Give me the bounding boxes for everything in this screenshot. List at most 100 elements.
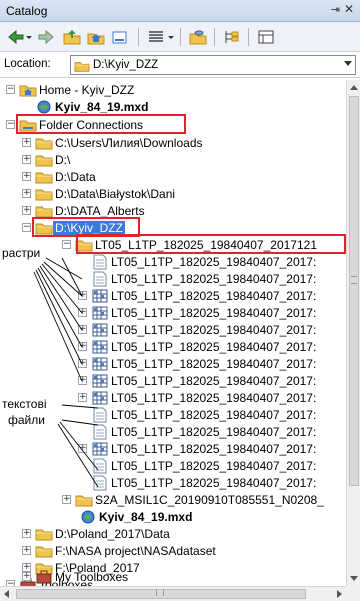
folder-icon — [35, 152, 53, 168]
tree-item-label: C:\Users\Лилия\Downloads — [55, 136, 203, 150]
toolbar-separator — [248, 28, 249, 46]
collapse-icon[interactable]: − — [62, 240, 71, 249]
scroll-corner — [346, 586, 360, 601]
toolbar-separator — [214, 28, 215, 46]
tree-item-label: LT05_L1TP_182025_19840407_2017: — [111, 374, 317, 388]
raster-icon — [91, 441, 109, 457]
folder-icon — [35, 186, 53, 202]
views-icon[interactable] — [146, 28, 166, 46]
tree-item-label: LT05_L1TP_182025_19840407_2017: — [111, 323, 317, 337]
collapse-icon[interactable]: − — [6, 85, 15, 94]
expand-icon[interactable]: + — [22, 155, 31, 164]
expand-icon[interactable]: + — [78, 393, 87, 402]
expand-icon[interactable]: + — [22, 572, 31, 581]
toolbar-separator — [180, 28, 181, 46]
folder-icon — [35, 543, 53, 559]
toggle-contents-icon[interactable] — [222, 28, 242, 46]
map-document-icon — [35, 99, 53, 115]
tree-item-label: D:\Data\Białystok\Dani — [55, 187, 176, 201]
back-icon[interactable] — [6, 28, 26, 46]
expand-icon[interactable]: + — [78, 444, 87, 453]
expand-icon[interactable]: + — [78, 291, 87, 300]
expand-icon[interactable]: + — [22, 206, 31, 215]
location-input[interactable]: D:\Kyiv_DZZ — [70, 55, 356, 75]
tree-item-label: LT05_L1TP_182025_19840407_2017: — [111, 306, 317, 320]
home-folder-icon — [19, 82, 37, 98]
home-icon[interactable] — [86, 28, 106, 46]
expand-icon[interactable]: + — [78, 376, 87, 385]
chevron-down-icon[interactable] — [344, 61, 352, 66]
catalog-tree: − Home - Kyiv_DZZ Kyiv_84_19.mxd − Folde… — [2, 80, 346, 586]
horizontal-scrollbar[interactable] — [0, 586, 346, 601]
folder-icon — [35, 203, 53, 219]
raster-icon — [91, 356, 109, 372]
options-icon[interactable] — [256, 28, 276, 46]
raster-icon — [91, 390, 109, 406]
expand-icon[interactable]: + — [78, 308, 87, 317]
collapse-icon[interactable]: − — [6, 120, 15, 129]
tree-item-label: LT05_L1TP_182025_19840407_2017121 — [95, 238, 317, 252]
forward-icon[interactable] — [36, 28, 56, 46]
text-file-icon — [91, 424, 109, 440]
folder-icon — [35, 169, 53, 185]
views-dropdown-icon[interactable] — [166, 28, 176, 46]
close-icon[interactable]: ✕ — [344, 2, 354, 16]
tree-item-label: LT05_L1TP_182025_19840407_2017: — [111, 357, 317, 371]
expand-icon[interactable]: + — [22, 172, 31, 181]
annotation-text-files-2: файли — [8, 413, 45, 427]
pin-icon[interactable]: ⇥ — [331, 3, 340, 16]
raster-icon — [91, 373, 109, 389]
folder-icon — [75, 492, 93, 508]
window-title: Catalog — [6, 4, 48, 18]
scroll-down-icon[interactable] — [350, 576, 358, 581]
expand-icon[interactable]: + — [78, 325, 87, 334]
raster-icon — [91, 322, 109, 338]
tree-item-label: F:\NASA project\NASAdataset — [55, 544, 216, 558]
expand-icon[interactable]: + — [22, 189, 31, 198]
folder-icon — [35, 526, 53, 542]
tree-item-label: LT05_L1TP_182025_19840407_2017: — [111, 442, 317, 456]
raster-icon — [91, 339, 109, 355]
tree-item-label: S2A_MSIL1C_20190910T085551_N0208_ — [95, 493, 324, 507]
scroll-thumb[interactable] — [349, 96, 359, 486]
tree-item-label: LT05_L1TP_182025_19840407_2017: — [111, 476, 317, 490]
folder-icon — [75, 237, 93, 253]
expand-icon[interactable]: + — [62, 495, 71, 504]
expand-icon[interactable]: + — [22, 529, 31, 538]
tree-item-label: D:\DATA_Alberts — [55, 204, 145, 218]
annotation-text-files-1: текстові — [2, 397, 47, 411]
raster-icon — [91, 288, 109, 304]
tree-item-label: LT05_L1TP_182025_19840407_2017: — [111, 408, 317, 422]
expand-icon[interactable]: + — [78, 342, 87, 351]
text-file-icon — [91, 254, 109, 270]
toolbar-separator — [138, 28, 139, 46]
tree-item-label: Home - Kyiv_DZZ — [39, 83, 135, 97]
toolbox-icon — [35, 569, 53, 585]
tree-item-label: LT05_L1TP_182025_19840407_2017: — [111, 340, 317, 354]
tree-item-label: D:\ — [55, 153, 71, 167]
tree-item-label: Kyiv_84_19.mxd — [99, 510, 193, 524]
text-file-icon — [91, 407, 109, 423]
tree-item-label: LT05_L1TP_182025_19840407_2017: — [111, 289, 317, 303]
expand-icon[interactable]: + — [78, 359, 87, 368]
scroll-right-icon[interactable] — [337, 590, 342, 598]
collapse-icon[interactable]: − — [22, 223, 31, 232]
connect-folder-icon[interactable] — [110, 28, 130, 46]
grip-icon — [351, 276, 357, 284]
tree-item-label: My Toolboxes — [55, 570, 129, 584]
tree-item-label: LT05_L1TP_182025_19840407_2017: — [111, 425, 317, 439]
expand-icon[interactable]: + — [22, 546, 31, 555]
scroll-up-icon[interactable] — [350, 85, 358, 90]
expand-icon[interactable]: + — [22, 138, 31, 147]
tree-item-label: D:\Poland_2017\Data — [55, 527, 170, 541]
scroll-left-icon[interactable] — [4, 590, 9, 598]
text-file-icon — [91, 271, 109, 287]
folder-icon — [74, 59, 90, 73]
folder-icon — [35, 220, 53, 236]
location-label: Location: — [4, 58, 51, 70]
tree-item-label: Kyiv_84_19.mxd — [55, 100, 149, 114]
connect-database-icon[interactable] — [188, 28, 208, 46]
back-dropdown-icon[interactable] — [24, 28, 34, 46]
vertical-scrollbar[interactable] — [346, 80, 360, 586]
up-level-icon[interactable] — [62, 28, 82, 46]
